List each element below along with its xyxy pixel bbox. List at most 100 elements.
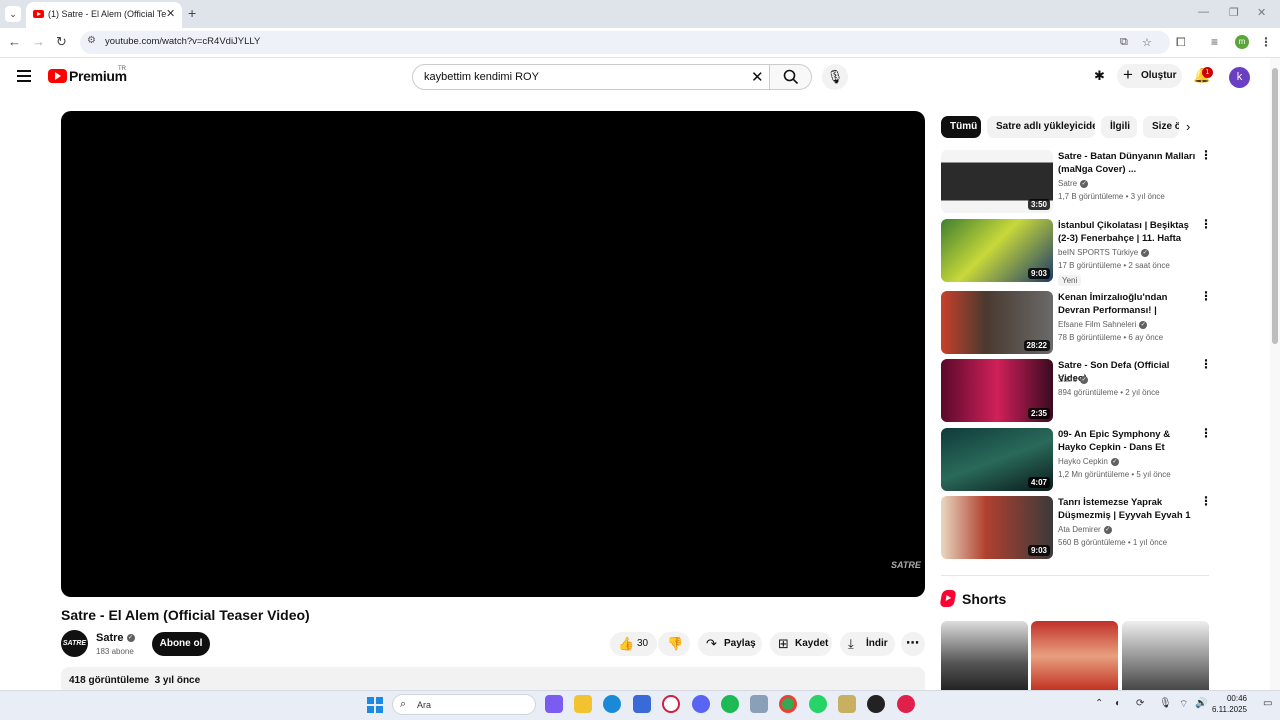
- recommendation-item[interactable]: 2:35 Satre - Son Defa (Official Video) S…: [941, 358, 1212, 423]
- video-thumbnail[interactable]: 2:35: [941, 359, 1053, 422]
- volume-icon[interactable]: 🔊: [1195, 698, 1207, 709]
- browser-tab[interactable]: (1) Satre - El Alem (Official Teaser Vid…: [26, 2, 182, 28]
- reading-list-icon[interactable]: ≡: [1211, 35, 1218, 49]
- search-button[interactable]: [770, 64, 812, 90]
- rec-channel[interactable]: Satre ✓: [1058, 375, 1089, 384]
- rec-title[interactable]: Kenan İmirzalıoğlu'ndan Devran Performan…: [1058, 291, 1198, 318]
- install-app-icon[interactable]: ⧉: [1120, 36, 1128, 49]
- rec-channel-name[interactable]: beIN SPORTS Türkiye: [1058, 248, 1138, 257]
- video-thumbnail[interactable]: 3:50: [941, 150, 1053, 213]
- recommendation-item[interactable]: 28:22 Kenan İmirzalıoğlu'ndan Devran Per…: [941, 290, 1212, 355]
- discord-icon[interactable]: [692, 695, 710, 713]
- app-icon[interactable]: [750, 695, 768, 713]
- more-vertical-icon[interactable]: ⋮: [1200, 495, 1212, 507]
- rec-title[interactable]: Satre - Batan Dünyanın Malları (maNga Co…: [1058, 150, 1198, 176]
- channel-avatar[interactable]: SATRE: [61, 630, 88, 657]
- whatsapp-icon[interactable]: [809, 695, 827, 713]
- tab-close-icon[interactable]: ✕: [166, 7, 175, 20]
- rec-channel-name[interactable]: Ata Demirer: [1058, 525, 1101, 534]
- more-vertical-icon[interactable]: ⋮: [1200, 218, 1212, 230]
- video-thumbnail[interactable]: 28:22: [941, 291, 1053, 354]
- reload-icon[interactable]: ↻: [56, 34, 67, 50]
- file-explorer-icon[interactable]: [574, 695, 592, 713]
- video-thumbnail[interactable]: 9:03: [941, 219, 1053, 282]
- edge-icon[interactable]: [603, 695, 621, 713]
- rec-title[interactable]: İstanbul Çikolatası | Beşiktaş (2-3) Fen…: [1058, 219, 1198, 246]
- scrollbar-thumb[interactable]: [1272, 68, 1278, 344]
- address-bar[interactable]: ⚙ youtube.com/watch?v=cR4VdiJYLLY ⧉ ☆: [80, 31, 1170, 54]
- subscribe-button[interactable]: Abone ol: [152, 632, 210, 656]
- maximize-icon[interactable]: ❐: [1229, 6, 1239, 19]
- rec-channel[interactable]: Hayko Cepkin ✓: [1058, 457, 1119, 466]
- rec-channel-name[interactable]: Efsane Film Sahneleri: [1058, 320, 1136, 329]
- recommendation-item[interactable]: 3:50 Satre - Batan Dünyanın Malları (maN…: [941, 149, 1212, 214]
- minimize-icon[interactable]: —: [1198, 6, 1209, 18]
- forward-icon[interactable]: →: [32, 34, 45, 49]
- save-button[interactable]: ⊞ Kaydet: [770, 632, 832, 656]
- rec-channel[interactable]: Satre ✓: [1058, 179, 1089, 188]
- tray-network-app-icon[interactable]: ⟳: [1136, 698, 1144, 709]
- chip-related[interactable]: İlgili: [1101, 116, 1137, 138]
- browser-menu-icon[interactable]: ⋮: [1260, 35, 1272, 49]
- window-close-icon[interactable]: ✕: [1257, 6, 1266, 19]
- short-thumbnail[interactable]: [1122, 621, 1209, 691]
- opera-icon[interactable]: [662, 695, 680, 713]
- recommendation-item[interactable]: 9:03 Tanrı İstemezse Yaprak Düşmezmiş | …: [941, 495, 1212, 560]
- microphone-icon[interactable]: 🎙: [1159, 698, 1172, 709]
- rec-channel[interactable]: Ata Demirer ✓: [1058, 525, 1112, 534]
- video-player[interactable]: [61, 111, 925, 597]
- chrome-icon[interactable]: [779, 695, 797, 713]
- channel-name-text[interactable]: Satre: [96, 632, 124, 644]
- page-scrollbar[interactable]: [1270, 58, 1280, 690]
- copilot-icon[interactable]: [545, 695, 563, 713]
- spotify-icon[interactable]: [721, 695, 739, 713]
- notification-center-icon[interactable]: ▭: [1263, 698, 1272, 709]
- rec-channel-name[interactable]: Satre: [1058, 375, 1077, 384]
- account-avatar[interactable]: k: [1229, 67, 1250, 88]
- download-button[interactable]: ⤓ İndir: [840, 632, 895, 656]
- rec-channel[interactable]: beIN SPORTS Türkiye ✓: [1058, 248, 1150, 257]
- recommendation-item[interactable]: 4:07 09- An Epic Symphony & Hayko Cepkin…: [941, 427, 1212, 492]
- short-thumbnail[interactable]: [941, 621, 1028, 691]
- short-thumbnail[interactable]: [1031, 621, 1118, 691]
- video-thumbnail[interactable]: 4:07: [941, 428, 1053, 491]
- share-button[interactable]: ↷ Paylaş: [698, 632, 762, 656]
- new-tab-icon[interactable]: +: [188, 5, 196, 21]
- url-text[interactable]: youtube.com/watch?v=cR4VdiJYLLY: [105, 36, 260, 47]
- extensions-icon[interactable]: ⧠: [1176, 35, 1186, 50]
- tray-app-icon[interactable]: ◐: [1115, 698, 1121, 709]
- app-icon[interactable]: [838, 695, 856, 713]
- system-clock[interactable]: 00:46 6.11.2025: [1212, 693, 1247, 715]
- back-icon[interactable]: ←: [8, 34, 21, 49]
- taskbar-search[interactable]: ⌕ Ara: [392, 694, 536, 715]
- chip-from-uploader[interactable]: Satre adlı yükleyiciden: [987, 116, 1095, 138]
- more-vertical-icon[interactable]: ⋮: [1200, 149, 1212, 161]
- site-info-icon[interactable]: ⚙: [87, 35, 96, 46]
- guide-menu-icon[interactable]: [17, 70, 31, 82]
- chip-recommended[interactable]: Size özel: [1143, 116, 1179, 138]
- browser-profile-avatar[interactable]: m: [1235, 35, 1249, 49]
- recommendation-item[interactable]: 9:03 İstanbul Çikolatası | Beşiktaş (2-3…: [941, 218, 1212, 286]
- bookmark-star-icon[interactable]: ☆: [1142, 36, 1152, 49]
- tray-chevron-up-icon[interactable]: ⌃: [1095, 698, 1103, 709]
- rec-channel-name[interactable]: Satre: [1058, 179, 1077, 188]
- app-icon[interactable]: [867, 695, 885, 713]
- clear-search-icon[interactable]: ✕: [751, 68, 764, 86]
- more-vertical-icon[interactable]: ⋮: [1200, 290, 1212, 302]
- tab-search-chevron-icon[interactable]: ⌄: [5, 6, 21, 22]
- video-thumbnail[interactable]: 9:03: [941, 496, 1053, 559]
- search-input[interactable]: kaybettim kendimi ROY ✕: [412, 64, 770, 90]
- wifi-icon[interactable]: ⌔: [1179, 698, 1188, 711]
- rec-channel-name[interactable]: Hayko Cepkin: [1058, 457, 1108, 466]
- rec-channel[interactable]: Efsane Film Sahneleri ✓: [1058, 320, 1148, 329]
- more-actions-button[interactable]: ⋯: [901, 632, 925, 656]
- channel-name[interactable]: Satre ✓: [96, 632, 135, 644]
- windows-start-icon[interactable]: [367, 697, 383, 713]
- search-query[interactable]: kaybettim kendimi ROY: [424, 71, 539, 83]
- dislike-button[interactable]: 👎: [658, 632, 690, 656]
- voice-search-mic-icon[interactable]: 🎙: [822, 64, 848, 90]
- like-button[interactable]: 👍 30: [610, 632, 657, 656]
- create-button[interactable]: + Oluştur: [1117, 64, 1182, 88]
- more-vertical-icon[interactable]: ⋮: [1200, 427, 1212, 439]
- media-player-icon[interactable]: [897, 695, 915, 713]
